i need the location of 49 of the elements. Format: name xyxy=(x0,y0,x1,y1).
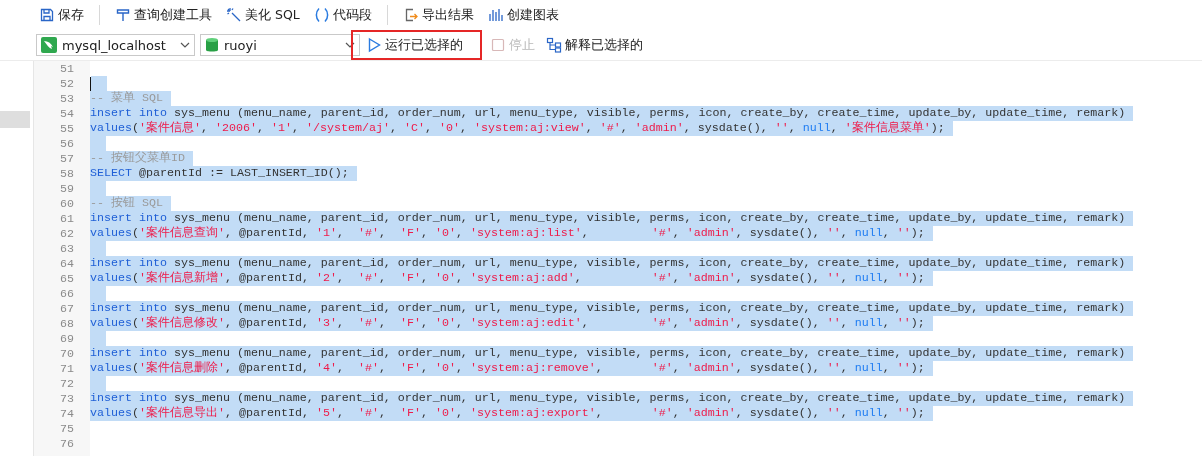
stop-icon xyxy=(490,37,506,53)
line-number: 73 xyxy=(59,391,74,406)
chart-icon xyxy=(487,7,504,23)
hammer-icon xyxy=(115,7,131,23)
line-number: 57 xyxy=(59,151,74,166)
line-number: 59 xyxy=(59,181,74,196)
toolbar-button[interactable]: 保存 xyxy=(36,4,87,26)
line-number: 65 xyxy=(59,271,74,286)
toolbar-button[interactable]: 查询创建工具 xyxy=(112,4,215,26)
line-number: 54 xyxy=(59,106,74,121)
line-number: 51 xyxy=(59,61,74,76)
explain-button[interactable]: 解释已选择的 xyxy=(543,34,646,56)
line-number: 58 xyxy=(59,166,74,181)
line-number: 53 xyxy=(59,91,74,106)
line-number: 68 xyxy=(59,316,74,331)
line-number: 52 xyxy=(59,76,74,91)
connection-select[interactable]: mysql_localhost xyxy=(36,34,195,56)
toolbar-button[interactable]: 导出结果 xyxy=(399,4,477,26)
parentheses-icon xyxy=(313,7,330,23)
dropdown-caret-icon xyxy=(345,40,355,50)
panel-tab[interactable] xyxy=(0,111,30,128)
line-number: 75 xyxy=(59,421,74,436)
toolbar-button[interactable]: 创建图表 xyxy=(484,4,562,26)
save-icon xyxy=(39,7,55,23)
line-number: 55 xyxy=(59,121,74,136)
database-icon xyxy=(205,37,219,53)
line-number: 71 xyxy=(59,361,74,376)
line-number: 64 xyxy=(59,256,74,271)
toolbar-button[interactable]: 美化 SQL xyxy=(223,4,303,26)
tree-icon xyxy=(546,37,562,53)
database-select[interactable]: ruoyi xyxy=(200,34,360,56)
line-number: 66 xyxy=(59,286,74,301)
line-number: 67 xyxy=(59,301,74,316)
line-number: 69 xyxy=(59,331,74,346)
run-button[interactable]: 运行已选择的 xyxy=(363,34,466,56)
line-number: 61 xyxy=(59,211,74,226)
magic-wand-icon xyxy=(226,7,242,23)
line-number: 60 xyxy=(59,196,74,211)
dropdown-caret-icon xyxy=(180,40,190,50)
line-number: 72 xyxy=(59,376,74,391)
line-number: 76 xyxy=(59,436,74,451)
line-number: 56 xyxy=(59,136,74,151)
line-number: 63 xyxy=(59,241,74,256)
line-number: 70 xyxy=(59,346,74,361)
line-number: 74 xyxy=(59,406,74,421)
toolbar-button[interactable]: 代码段 xyxy=(310,4,375,26)
line-number: 62 xyxy=(59,226,74,241)
dolphin-icon xyxy=(41,37,57,53)
play-icon xyxy=(366,37,382,53)
